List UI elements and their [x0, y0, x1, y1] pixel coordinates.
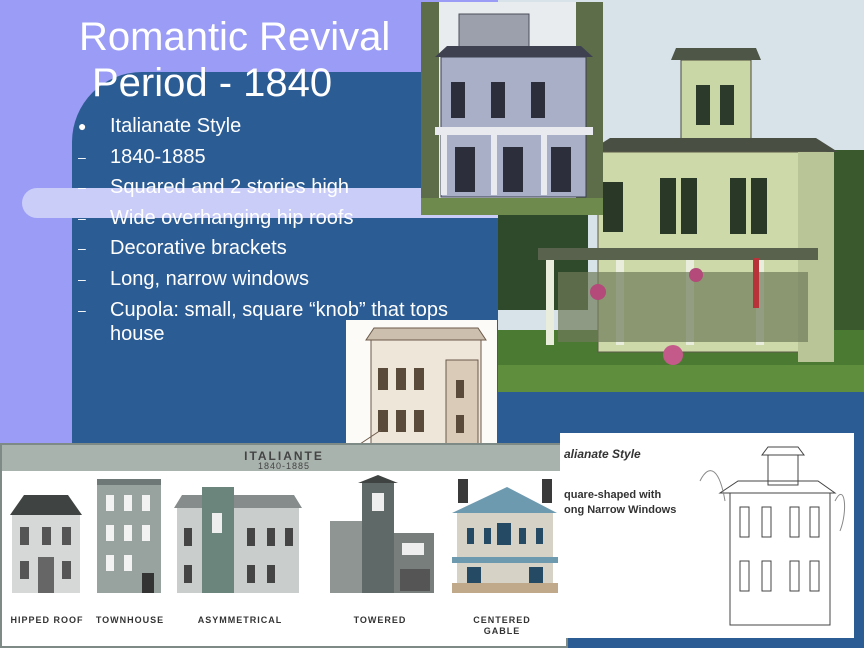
- strip-header: ITALIANTE 1840-1885: [2, 445, 566, 471]
- bullet-marker: –: [78, 240, 86, 257]
- bullet-marker: –: [78, 179, 86, 196]
- bullet-text: Decorative brackets: [110, 237, 287, 260]
- slide: Romantic Revival Period - 1840 ● Italiana…: [0, 0, 864, 648]
- type-label-towered: TOWERED: [353, 615, 407, 625]
- type-label-townhouse: TOWNHOUSE: [95, 615, 165, 625]
- type-label-centered-gable: CENTERED GABLE: [473, 615, 531, 636]
- type-label-asymmetrical: ASYMMETRICAL: [197, 615, 283, 625]
- card-title: alianate Style: [564, 447, 641, 461]
- bullet-marker: –: [78, 301, 86, 318]
- bullet-text: Wide overhanging hip roofs: [110, 206, 354, 229]
- type-label-hipped-roof: HIPPED ROOF: [10, 615, 84, 625]
- italianate-sketch-card: alianate Style quare-shaped with ong Nar…: [560, 433, 854, 638]
- card-text: quare-shaped with ong Narrow Windows: [564, 489, 677, 516]
- grey-house-photo: [421, 2, 603, 215]
- bullet-text: Italianate Style: [110, 115, 242, 137]
- bullet-marker: –: [78, 270, 86, 287]
- slide-title: Romantic Revival Period - 1840: [79, 14, 390, 106]
- bullet-text: 1840-1885: [110, 145, 206, 168]
- bullet-marker: ●: [78, 118, 87, 134]
- italiante-types-panel: ITALIANTE 1840-1885 HIPPED ROOF TOWNHOUS…: [0, 443, 568, 648]
- bullet-text: Long, narrow windows: [110, 267, 309, 290]
- bullet-marker: –: [78, 209, 86, 226]
- bullet-marker: –: [78, 148, 86, 165]
- bullet-item: – Decorative brackets: [78, 236, 498, 260]
- house-sketch: [346, 320, 497, 461]
- title-line-1: Romantic Revival: [79, 15, 391, 59]
- card-sketch-image: [690, 441, 850, 631]
- bullet-text: Squared and 2 stories high: [110, 176, 350, 199]
- bullet-item: – Long, narrow windows: [78, 267, 498, 291]
- house-types-illustration: [10, 475, 558, 593]
- house-sketch-image: [346, 320, 497, 461]
- grey-house-image: [421, 2, 603, 215]
- strip-years: 1840-1885: [257, 461, 311, 471]
- title-line-2: Period - 1840: [92, 61, 333, 105]
